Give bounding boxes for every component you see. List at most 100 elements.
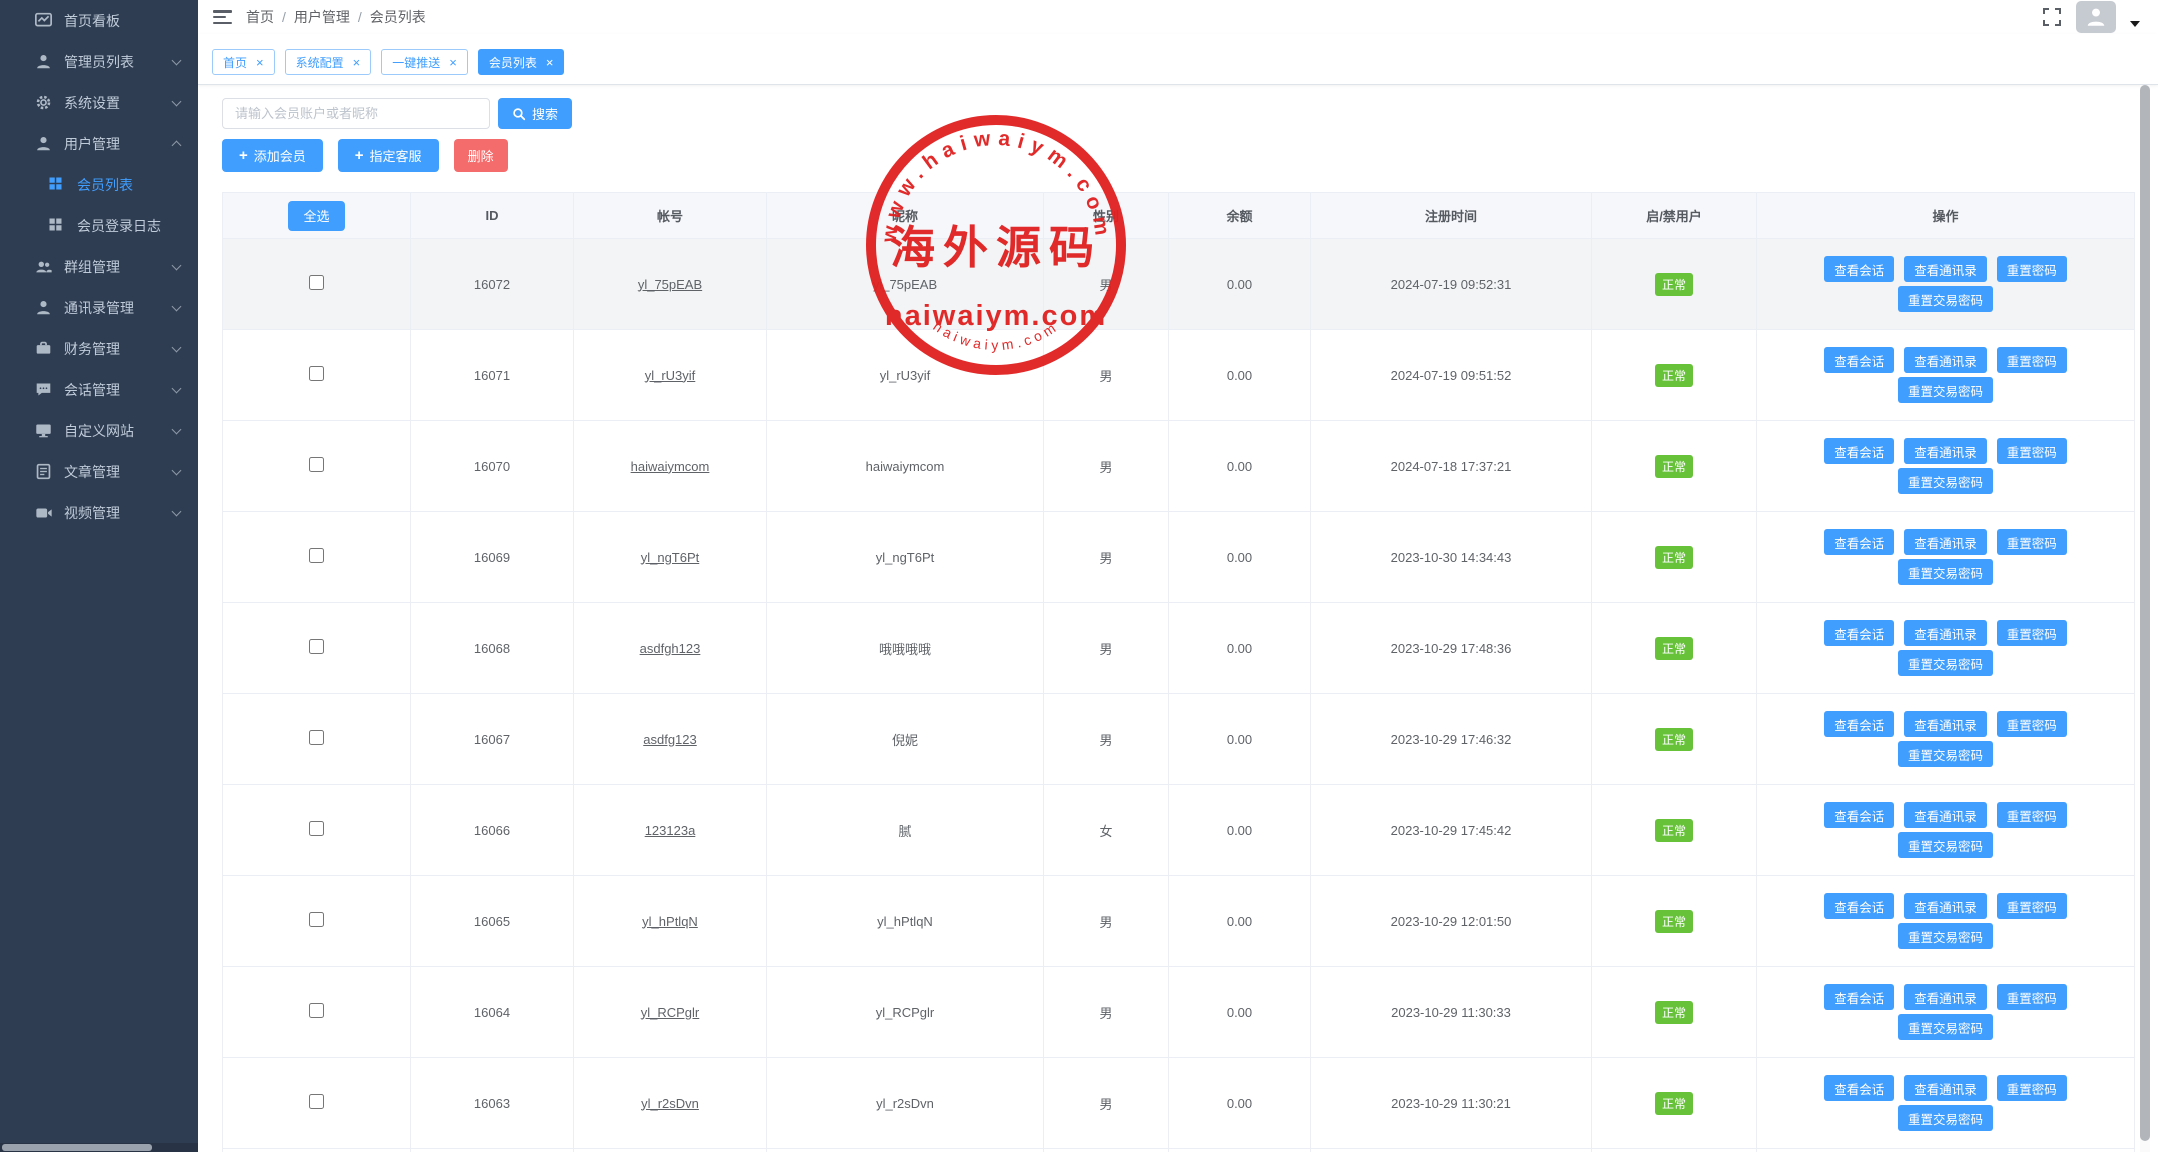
reset-password-button[interactable]: 重置密码 bbox=[1997, 620, 2067, 646]
breadcrumb-home[interactable]: 首页 bbox=[246, 7, 274, 27]
fullscreen-icon[interactable] bbox=[2042, 7, 2062, 27]
sidebar-item-finance-management[interactable]: 财务管理 bbox=[0, 328, 198, 369]
scrollbar-thumb[interactable] bbox=[2, 1144, 152, 1151]
member-nickname: 腻 bbox=[898, 824, 911, 839]
member-account-link[interactable]: yl_75pEAB bbox=[638, 277, 702, 292]
reset-password-button[interactable]: 重置密码 bbox=[1997, 438, 2067, 464]
reset-trade-password-button[interactable]: 重置交易密码 bbox=[1898, 559, 1993, 585]
row-checkbox[interactable] bbox=[309, 548, 324, 563]
member-account-link[interactable]: haiwaiymcom bbox=[631, 459, 710, 474]
reset-trade-password-button[interactable]: 重置交易密码 bbox=[1898, 377, 1993, 403]
view-session-button[interactable]: 查看会话 bbox=[1824, 347, 1894, 373]
reset-password-button[interactable]: 重置密码 bbox=[1997, 347, 2067, 373]
row-checkbox[interactable] bbox=[309, 912, 324, 927]
avatar[interactable] bbox=[2076, 1, 2116, 33]
sidebar-item-member-list[interactable]: 会员列表 bbox=[0, 164, 198, 205]
reset-password-button[interactable]: 重置密码 bbox=[1997, 893, 2067, 919]
member-account-link[interactable]: yl_r2sDvn bbox=[641, 1096, 699, 1111]
sidebar-horizontal-scrollbar[interactable] bbox=[0, 1143, 198, 1152]
reset-password-button[interactable]: 重置密码 bbox=[1997, 802, 2067, 828]
view-contacts-button[interactable]: 查看通讯录 bbox=[1904, 529, 1987, 555]
view-contacts-button[interactable]: 查看通讯录 bbox=[1904, 893, 1987, 919]
tab-one-key-push[interactable]: 一键推送 × bbox=[381, 49, 468, 75]
sidebar-item-session-management[interactable]: 会话管理 bbox=[0, 369, 198, 410]
view-session-button[interactable]: 查看会话 bbox=[1824, 620, 1894, 646]
breadcrumb-user-management[interactable]: 用户管理 bbox=[294, 7, 350, 27]
sidebar-item-video-management[interactable]: 视频管理 bbox=[0, 492, 198, 533]
row-checkbox[interactable] bbox=[309, 1094, 324, 1109]
row-checkbox[interactable] bbox=[309, 457, 324, 472]
reset-password-button[interactable]: 重置密码 bbox=[1997, 256, 2067, 282]
sidebar-item-dashboard[interactable]: 首页看板 bbox=[0, 0, 198, 41]
search-button[interactable]: 搜索 bbox=[498, 98, 572, 129]
reset-password-button[interactable]: 重置密码 bbox=[1997, 711, 2067, 737]
sidebar-toggle-icon[interactable] bbox=[213, 10, 232, 24]
close-icon[interactable]: × bbox=[256, 56, 264, 69]
member-account-link[interactable]: asdfgh123 bbox=[640, 641, 701, 656]
row-checkbox[interactable] bbox=[309, 639, 324, 654]
reset-trade-password-button[interactable]: 重置交易密码 bbox=[1898, 1014, 1993, 1040]
sidebar-item-custom-website[interactable]: 自定义网站 bbox=[0, 410, 198, 451]
view-contacts-button[interactable]: 查看通讯录 bbox=[1904, 711, 1987, 737]
view-contacts-button[interactable]: 查看通讯录 bbox=[1904, 620, 1987, 646]
view-session-button[interactable]: 查看会话 bbox=[1824, 1075, 1894, 1101]
view-contacts-button[interactable]: 查看通讯录 bbox=[1904, 347, 1987, 373]
reset-trade-password-button[interactable]: 重置交易密码 bbox=[1898, 468, 1993, 494]
close-icon[interactable]: × bbox=[546, 56, 554, 69]
reset-trade-password-button[interactable]: 重置交易密码 bbox=[1898, 650, 1993, 676]
view-contacts-button[interactable]: 查看通讯录 bbox=[1904, 256, 1987, 282]
reset-password-button[interactable]: 重置密码 bbox=[1997, 1075, 2067, 1101]
reset-password-button[interactable]: 重置密码 bbox=[1997, 984, 2067, 1010]
member-account-link[interactable]: yl_hPtlqN bbox=[642, 914, 698, 929]
row-checkbox[interactable] bbox=[309, 366, 324, 381]
view-session-button[interactable]: 查看会话 bbox=[1824, 893, 1894, 919]
user-menu-caret-icon[interactable] bbox=[2130, 21, 2140, 27]
vertical-scrollbar[interactable] bbox=[2140, 85, 2150, 1152]
view-contacts-button[interactable]: 查看通讯录 bbox=[1904, 438, 1987, 464]
add-member-button[interactable]: + 添加会员 bbox=[222, 139, 323, 172]
member-account-link[interactable]: yl_RCPglr bbox=[641, 1005, 700, 1020]
reset-trade-password-button[interactable]: 重置交易密码 bbox=[1898, 1105, 1993, 1131]
sidebar-item-member-login-log[interactable]: 会员登录日志 bbox=[0, 205, 198, 246]
view-contacts-button[interactable]: 查看通讯录 bbox=[1904, 802, 1987, 828]
scrollbar-thumb[interactable] bbox=[2140, 85, 2150, 1141]
view-contacts-button[interactable]: 查看通讯录 bbox=[1904, 1075, 1987, 1101]
sidebar-item-group-management[interactable]: 群组管理 bbox=[0, 246, 198, 287]
sidebar-item-admin-list[interactable]: 管理员列表 bbox=[0, 41, 198, 82]
reset-trade-password-button[interactable]: 重置交易密码 bbox=[1898, 286, 1993, 312]
reset-trade-password-button[interactable]: 重置交易密码 bbox=[1898, 741, 1993, 767]
view-session-button[interactable]: 查看会话 bbox=[1824, 711, 1894, 737]
member-account-link[interactable]: yl_ngT6Pt bbox=[641, 550, 700, 565]
reset-trade-password-button[interactable]: 重置交易密码 bbox=[1898, 923, 1993, 949]
row-checkbox[interactable] bbox=[309, 730, 324, 745]
tab-member-list[interactable]: 会员列表 × bbox=[478, 49, 565, 75]
view-session-button[interactable]: 查看会话 bbox=[1824, 438, 1894, 464]
delete-button[interactable]: 删除 bbox=[454, 139, 508, 172]
sidebar-item-article-management[interactable]: 文章管理 bbox=[0, 451, 198, 492]
assign-support-button[interactable]: + 指定客服 bbox=[338, 139, 439, 172]
member-account-link[interactable]: yl_rU3yif bbox=[645, 368, 696, 383]
select-all-button[interactable]: 全选 bbox=[288, 201, 344, 231]
toolbar-buttons: + 添加会员 + 指定客服 删除 bbox=[222, 139, 2134, 172]
member-account-link[interactable]: 123123a bbox=[645, 823, 696, 838]
sidebar-item-system-settings[interactable]: 系统设置 bbox=[0, 82, 198, 123]
member-account-link[interactable]: asdfg123 bbox=[643, 732, 697, 747]
member-balance: 0.00 bbox=[1227, 914, 1252, 929]
sidebar-item-user-management[interactable]: 用户管理 bbox=[0, 123, 198, 164]
view-session-button[interactable]: 查看会话 bbox=[1824, 802, 1894, 828]
close-icon[interactable]: × bbox=[449, 56, 457, 69]
reset-trade-password-button[interactable]: 重置交易密码 bbox=[1898, 832, 1993, 858]
row-checkbox[interactable] bbox=[309, 1003, 324, 1018]
view-session-button[interactable]: 查看会话 bbox=[1824, 529, 1894, 555]
row-checkbox[interactable] bbox=[309, 821, 324, 836]
tab-system-config[interactable]: 系统配置 × bbox=[285, 49, 372, 75]
sidebar-item-contacts-management[interactable]: 通讯录管理 bbox=[0, 287, 198, 328]
search-input[interactable] bbox=[222, 98, 490, 129]
view-contacts-button[interactable]: 查看通讯录 bbox=[1904, 984, 1987, 1010]
close-icon[interactable]: × bbox=[353, 56, 361, 69]
view-session-button[interactable]: 查看会话 bbox=[1824, 984, 1894, 1010]
view-session-button[interactable]: 查看会话 bbox=[1824, 256, 1894, 282]
reset-password-button[interactable]: 重置密码 bbox=[1997, 529, 2067, 555]
tab-home[interactable]: 首页 × bbox=[212, 49, 275, 75]
row-checkbox[interactable] bbox=[309, 275, 324, 290]
